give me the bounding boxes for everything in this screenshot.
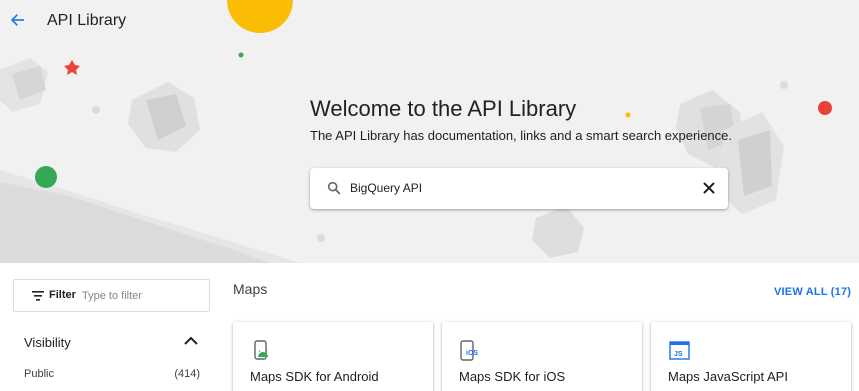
api-card-title: Maps SDK for Android: [250, 369, 379, 384]
filter-icon: [32, 291, 44, 301]
filter-box[interactable]: Filter: [13, 279, 210, 312]
section-title: Maps: [233, 281, 268, 297]
back-button[interactable]: [8, 10, 28, 30]
api-card-title: Maps SDK for iOS: [459, 369, 566, 384]
api-card[interactable]: Maps SDK for Android: [233, 322, 433, 391]
chevron-up-icon: [184, 336, 198, 345]
js-icon: JS: [669, 341, 690, 360]
search-icon: [327, 181, 341, 195]
api-card[interactable]: JS Maps JavaScript API: [651, 322, 851, 391]
svg-text:JS: JS: [674, 351, 683, 358]
visibility-option-count: (414): [174, 368, 200, 380]
visibility-option-label: Public: [24, 368, 54, 380]
red-star-decoration: [64, 60, 80, 75]
rock-decoration: [532, 206, 584, 258]
api-card[interactable]: iOS Maps SDK for iOS: [442, 322, 642, 391]
ios-icon: iOS: [460, 340, 478, 361]
view-all-link[interactable]: VIEW ALL (17): [774, 286, 851, 298]
close-icon[interactable]: [700, 179, 718, 197]
red-circle-decoration: [818, 101, 832, 115]
svg-text:iOS: iOS: [466, 350, 478, 357]
arrow-left-icon: [10, 14, 24, 26]
filter-label: Filter: [49, 289, 76, 301]
api-search-box[interactable]: [310, 168, 728, 209]
top-bar: API Library: [0, 0, 859, 44]
api-card-title: Maps JavaScript API: [668, 369, 788, 384]
visibility-section-toggle[interactable]: Visibility: [13, 325, 210, 359]
filter-input[interactable]: [82, 287, 202, 305]
hero-heading: Welcome to the API Library: [310, 96, 577, 121]
android-maps-icon: [254, 340, 268, 360]
visibility-label: Visibility: [24, 335, 71, 350]
hero-subtitle: The API Library has documentation, links…: [310, 128, 732, 143]
search-input[interactable]: [350, 178, 690, 198]
visibility-option-public[interactable]: Public (414): [13, 365, 210, 385]
page-title: API Library: [47, 12, 127, 29]
green-circle-decoration: [35, 166, 57, 188]
